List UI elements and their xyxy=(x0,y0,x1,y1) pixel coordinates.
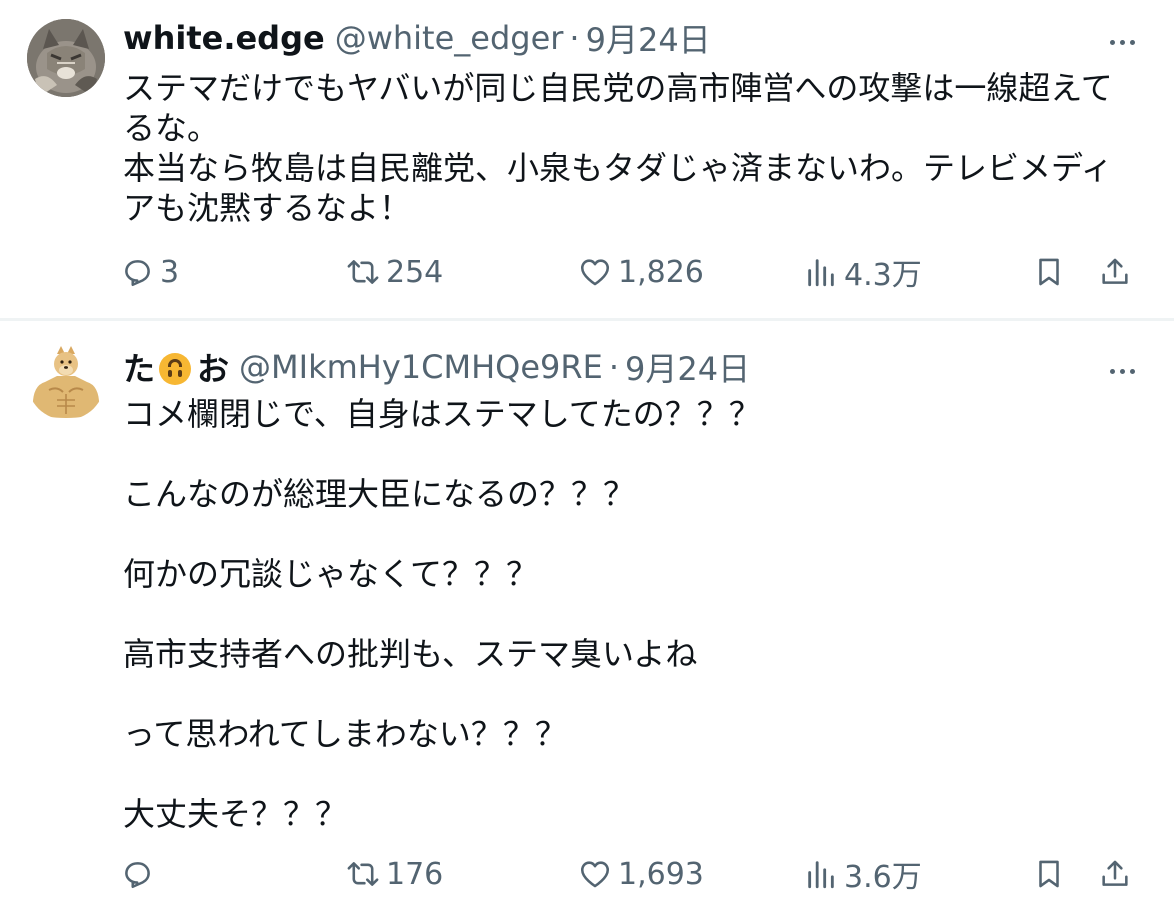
post-paragraph: って思われてしまわない？？？ xyxy=(123,715,567,753)
share-icon xyxy=(1102,258,1128,284)
view-count: 4.3万 xyxy=(844,258,922,293)
post-text-line: るな。 xyxy=(123,109,220,147)
post-text: コメ欄閉じで、自身はステマしてたの？？？ こんなのが総理大臣になるの？？？ 何か… xyxy=(123,394,1138,834)
repost-count: 176 xyxy=(386,856,444,892)
post-paragraph: 大丈夫そ？？？ xyxy=(123,795,348,833)
separator-dot: · xyxy=(608,348,620,386)
cat-photo-avatar-icon xyxy=(27,19,105,97)
post-paragraph: コメ欄閉じで、自身はステマしてたの？？？ xyxy=(123,395,761,433)
separator-dot: · xyxy=(569,19,580,57)
post-text-line: ステマだけでもヤバいが同じ自民党の高市陣営への攻撃は一線超えて xyxy=(123,69,1113,107)
reply-icon xyxy=(125,260,150,287)
repost-icon xyxy=(347,862,379,886)
bookmark-button[interactable] xyxy=(1032,857,1066,891)
post-paragraph: こんなのが総理大臣になるの？？？ xyxy=(123,475,636,513)
like-icon xyxy=(580,259,610,286)
action-bar: 176 1,693 3.6万 xyxy=(120,852,1140,896)
post[interactable]: たお @MIkmHy1CMHQe9RE · 9月24日 コメ欄閉じで、自身はステ… xyxy=(0,321,1174,918)
muscular-doge-avatar-icon xyxy=(27,342,105,420)
display-name-suffix: お xyxy=(197,350,230,388)
view-count: 3.6万 xyxy=(844,860,922,895)
like-icon xyxy=(580,861,610,888)
repost-icon xyxy=(347,260,379,284)
reply-icon xyxy=(125,862,150,889)
user-handle[interactable]: @MIkmHy1CMHQe9RE xyxy=(239,348,603,386)
bookmark-icon xyxy=(1039,258,1059,286)
views-icon xyxy=(808,259,834,287)
views-button[interactable]: 4.3万 xyxy=(804,250,922,294)
display-name-prefix: た xyxy=(123,350,156,388)
post-header: white.edge @white_edger · 9月24日 xyxy=(123,15,1064,61)
like-count: 1,826 xyxy=(618,254,704,290)
upside-down-face-emoji-icon xyxy=(159,353,192,385)
like-button[interactable]: 1,826 xyxy=(578,255,704,290)
reply-count: 3 xyxy=(160,254,180,290)
post-header: たお @MIkmHy1CMHQe9RE · 9月24日 xyxy=(123,344,1064,390)
post-text-line: アも沈黙するなよ！ xyxy=(123,189,412,227)
views-icon xyxy=(808,861,834,889)
repost-button[interactable]: 254 xyxy=(346,255,443,290)
more-icon[interactable] xyxy=(1100,24,1144,60)
avatar[interactable] xyxy=(27,19,105,97)
post[interactable]: white.edge @white_edger · 9月24日 ステマだけでもヤ… xyxy=(0,0,1174,318)
post-date[interactable]: 9月24日 xyxy=(586,15,711,61)
avatar[interactable] xyxy=(27,342,105,420)
repost-button[interactable]: 176 xyxy=(346,857,443,892)
share-button[interactable] xyxy=(1098,255,1132,289)
share-button[interactable] xyxy=(1098,857,1132,891)
action-bar: 3 254 1,826 4.3万 xyxy=(120,250,1140,294)
like-count: 1,693 xyxy=(618,856,704,892)
timeline: white.edge @white_edger · 9月24日 ステマだけでもヤ… xyxy=(0,0,1174,918)
user-handle[interactable]: @white_edger xyxy=(335,19,564,57)
like-button[interactable]: 1,693 xyxy=(578,857,704,892)
more-icon[interactable] xyxy=(1100,353,1144,389)
post-text: ステマだけでもヤバいが同じ自民党の高市陣営への攻撃は一線超えて るな。 本当なら… xyxy=(123,68,1138,228)
bookmark-icon xyxy=(1039,860,1059,888)
post-paragraph: 高市支持者への批判も、ステマ臭いよね xyxy=(123,635,698,673)
display-name[interactable]: たお xyxy=(123,344,229,390)
share-icon xyxy=(1102,860,1128,886)
display-name[interactable]: white.edge xyxy=(123,19,325,57)
bookmark-button[interactable] xyxy=(1032,255,1066,289)
repost-count: 254 xyxy=(386,254,444,290)
post-text-line: 本当なら牧島は自民離党、小泉もタダじゃ済まないわ。テレビメディ xyxy=(123,149,1113,187)
reply-button[interactable]: 3 xyxy=(120,255,179,290)
post-date[interactable]: 9月24日 xyxy=(625,344,750,390)
reply-button[interactable] xyxy=(120,857,160,891)
post-paragraph: 何かの冗談じゃなくて？？？ xyxy=(123,555,539,593)
views-button[interactable]: 3.6万 xyxy=(804,852,922,896)
